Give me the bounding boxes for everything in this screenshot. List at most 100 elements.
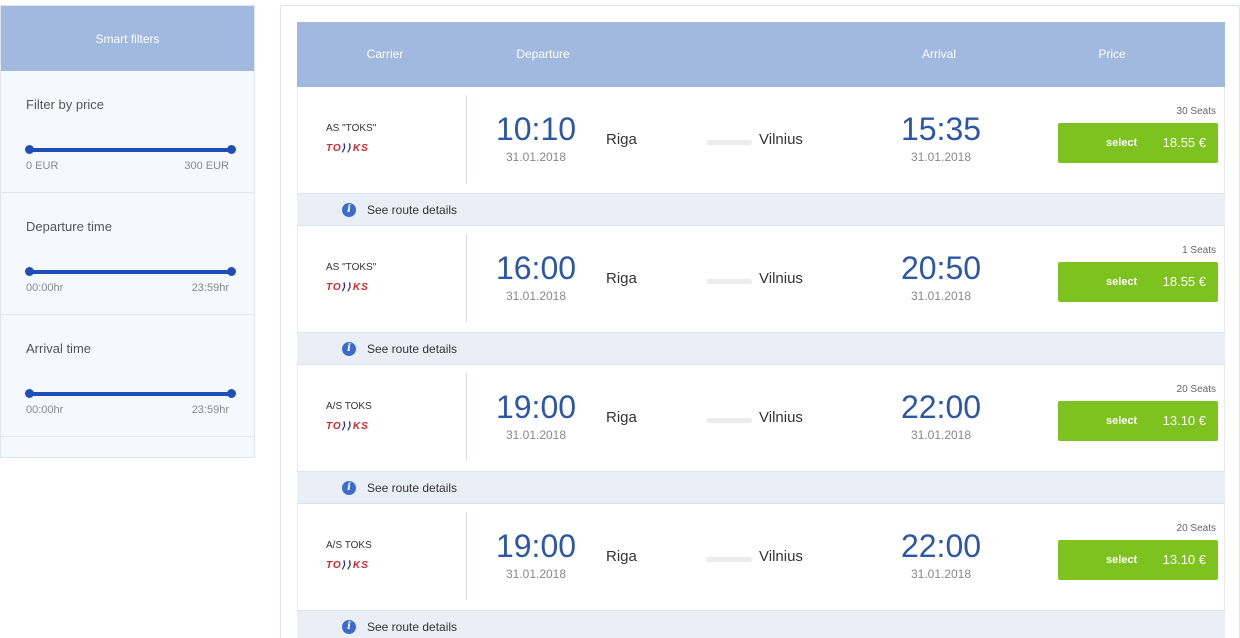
price-min-handle[interactable] xyxy=(25,145,34,154)
column-divider xyxy=(466,512,467,600)
departure-city: Riga xyxy=(606,548,637,565)
arrival-time-filter: Arrival time 00:00hr 23:59hr xyxy=(1,315,254,437)
arrival-time: 22:00 xyxy=(900,528,982,564)
carrier-name: A/S TOKS xyxy=(326,540,372,551)
departure-time-filter-title: Departure time xyxy=(26,219,112,234)
select-label: select xyxy=(1106,415,1138,427)
departure-city: Riga xyxy=(606,409,637,426)
departure-date: 31.01.2018 xyxy=(505,428,567,442)
trip-row: AS "TOKS" TO⟩⟩KS 10:10 31.01.2018 Riga V… xyxy=(297,87,1225,193)
arrival-time: 15:35 xyxy=(900,111,982,147)
arrival-date: 31.01.2018 xyxy=(910,150,972,164)
departure-max-handle[interactable] xyxy=(227,267,236,276)
info-icon: i xyxy=(342,342,356,356)
departure-time: 19:00 xyxy=(495,389,577,425)
departure-time-filter: Departure time 00:00hr 23:59hr xyxy=(1,193,254,315)
departure-max-label: 23:59hr xyxy=(191,282,229,294)
arrival-min-handle[interactable] xyxy=(25,389,34,398)
see-route-details-link[interactable]: See route details xyxy=(367,203,457,217)
departure-column-header: Departure xyxy=(516,47,570,61)
departure-date: 31.01.2018 xyxy=(505,289,567,303)
carrier-logo: TO⟩⟩KS xyxy=(326,421,369,432)
price-range-slider[interactable] xyxy=(25,145,236,154)
route-line xyxy=(706,557,752,562)
departure-min-handle[interactable] xyxy=(25,267,34,276)
seats-available: 20 Seats xyxy=(1176,523,1216,534)
departure-date: 31.01.2018 xyxy=(505,567,567,581)
arrival-time-slider[interactable] xyxy=(25,389,236,398)
trip-price: 13.10 € xyxy=(1162,413,1206,428)
arrival-date: 31.01.2018 xyxy=(910,428,972,442)
select-label: select xyxy=(1106,276,1138,288)
info-icon: i xyxy=(342,481,356,495)
arrival-city: Vilnius xyxy=(759,409,803,426)
arrival-time-filter-title: Arrival time xyxy=(26,341,92,356)
results-panel: Carrier Departure Arrival Price AS "TOKS… xyxy=(280,5,1240,638)
trip-row: A/S TOKS TO⟩⟩KS 19:00 31.01.2018 Riga Vi… xyxy=(297,504,1225,610)
select-trip-button[interactable]: select 13.10 € xyxy=(1058,401,1218,441)
route-line xyxy=(706,140,752,145)
trip-row: AS "TOKS" TO⟩⟩KS 16:00 31.01.2018 Riga V… xyxy=(297,226,1225,332)
departure-time: 16:00 xyxy=(495,250,577,286)
select-label: select xyxy=(1106,554,1138,566)
departure-time-slider[interactable] xyxy=(25,267,236,276)
seats-available: 20 Seats xyxy=(1176,384,1216,395)
departure-min-label: 00:00hr xyxy=(26,282,64,294)
price-filter: Filter by price 0 EUR 300 EUR xyxy=(1,71,254,193)
select-trip-button[interactable]: select 18.55 € xyxy=(1058,123,1218,163)
smart-filters-panel: Smart filters Filter by price 0 EUR 300 … xyxy=(0,5,255,458)
seats-available: 1 Seats xyxy=(1182,245,1216,256)
select-trip-button[interactable]: select 13.10 € xyxy=(1058,540,1218,580)
arrival-time: 22:00 xyxy=(900,389,982,425)
departure-city: Riga xyxy=(606,270,637,287)
seats-available: 30 Seats xyxy=(1176,106,1216,117)
carrier-name: AS "TOKS" xyxy=(326,123,377,134)
arrival-date: 31.01.2018 xyxy=(910,567,972,581)
price-min-label: 0 EUR xyxy=(26,160,59,172)
departure-date: 31.01.2018 xyxy=(505,150,567,164)
route-line xyxy=(706,279,752,284)
column-divider xyxy=(466,373,467,461)
carrier-logo: TO⟩⟩KS xyxy=(326,143,369,154)
carrier-name: AS "TOKS" xyxy=(326,262,377,273)
arrival-time: 20:50 xyxy=(900,250,982,286)
carrier-logo: TO⟩⟩KS xyxy=(326,560,369,571)
arrival-city: Vilnius xyxy=(759,131,803,148)
arrival-max-label: 23:59hr xyxy=(191,404,229,416)
select-label: select xyxy=(1106,137,1138,149)
carrier-column-header: Carrier xyxy=(366,47,404,61)
arrival-city: Vilnius xyxy=(759,270,803,287)
select-trip-button[interactable]: select 18.55 € xyxy=(1058,262,1218,302)
carrier-logo: TO⟩⟩KS xyxy=(326,282,369,293)
route-details-bar[interactable]: i See route details xyxy=(297,471,1225,504)
info-icon: i xyxy=(342,203,356,217)
route-details-bar[interactable]: i See route details xyxy=(297,332,1225,365)
see-route-details-link[interactable]: See route details xyxy=(367,620,457,634)
arrival-city: Vilnius xyxy=(759,548,803,565)
departure-time: 10:10 xyxy=(495,111,577,147)
see-route-details-link[interactable]: See route details xyxy=(367,342,457,356)
trip-price: 13.10 € xyxy=(1162,552,1206,567)
route-details-bar[interactable]: i See route details xyxy=(297,610,1225,638)
route-line xyxy=(706,418,752,423)
smart-filters-title: Smart filters xyxy=(1,6,254,71)
results-header: Carrier Departure Arrival Price xyxy=(297,22,1225,87)
column-divider xyxy=(466,95,467,183)
price-column-header: Price xyxy=(1098,47,1126,61)
trip-row: A/S TOKS TO⟩⟩KS 19:00 31.01.2018 Riga Vi… xyxy=(297,365,1225,471)
arrival-date: 31.01.2018 xyxy=(910,289,972,303)
arrival-max-handle[interactable] xyxy=(227,389,236,398)
column-divider xyxy=(466,234,467,322)
departure-city: Riga xyxy=(606,131,637,148)
trip-price: 18.55 € xyxy=(1162,274,1206,289)
price-max-label: 300 EUR xyxy=(184,160,229,172)
route-details-bar[interactable]: i See route details xyxy=(297,193,1225,226)
arrival-column-header: Arrival xyxy=(921,47,956,61)
arrival-min-label: 00:00hr xyxy=(26,404,64,416)
departure-time: 19:00 xyxy=(495,528,577,564)
carrier-name: A/S TOKS xyxy=(326,401,372,412)
see-route-details-link[interactable]: See route details xyxy=(367,481,457,495)
trip-price: 18.55 € xyxy=(1162,135,1206,150)
price-filter-title: Filter by price xyxy=(26,97,105,112)
price-max-handle[interactable] xyxy=(227,145,236,154)
